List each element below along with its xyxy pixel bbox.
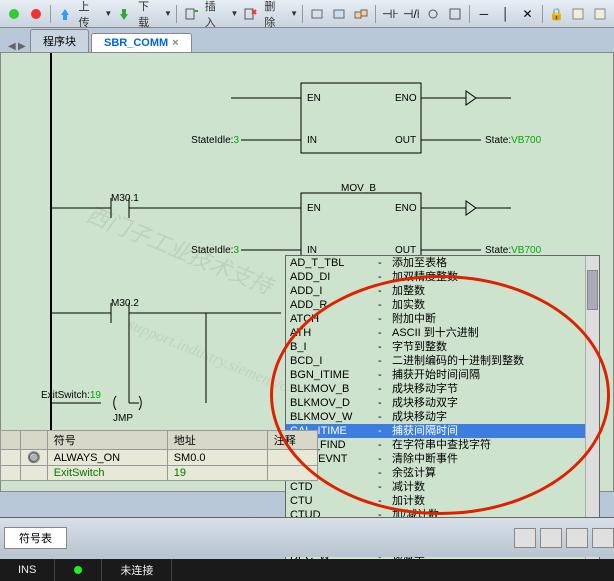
block-icon[interactable] <box>445 4 465 24</box>
instruction-item[interactable]: CTD-减计数 <box>286 480 599 494</box>
tool-b[interactable] <box>590 4 610 24</box>
bottom-panel: 符号表 <box>0 517 614 557</box>
table-row: 🔘 ALWAYS_ON SM0.0 <box>1 450 318 466</box>
wire-x-icon[interactable]: ✕ <box>518 4 538 24</box>
insert-icon[interactable] <box>181 4 201 24</box>
symbol-table-area: 符号 地址 注释 🔘 ALWAYS_ON SM0.0 ExitSwitch 19 <box>0 430 614 481</box>
svg-text:JMP: JMP <box>113 413 133 424</box>
instruction-item[interactable]: CTU-加计数 <box>286 494 599 508</box>
close-icon[interactable]: × <box>172 37 178 49</box>
svg-text:StateIdle:3: StateIdle:3 <box>191 135 239 146</box>
upload-icon[interactable] <box>55 4 75 24</box>
instruction-item[interactable]: ADD_I-加整数 <box>286 284 599 298</box>
svg-text:ExitSwitch:19: ExitSwitch:19 <box>41 390 101 401</box>
download-label[interactable]: 下载 <box>136 0 162 30</box>
download-icon[interactable] <box>114 4 134 24</box>
instruction-item[interactable]: ADD_R-加实数 <box>286 298 599 312</box>
wire-h-icon[interactable]: ─ <box>474 4 494 24</box>
instruction-item[interactable]: BLKMOV_W-成块移动字 <box>286 410 599 424</box>
instruction-item[interactable]: BLKMOV_B-成块移动字节 <box>286 382 599 396</box>
svg-text:ENO: ENO <box>395 203 417 214</box>
instruction-item[interactable]: ATH-ASCII 到十六进制 <box>286 326 599 340</box>
status-connection: 未连接 <box>102 559 172 581</box>
status-led <box>55 559 102 581</box>
svg-text:⊣/⊢: ⊣/⊢ <box>403 7 419 21</box>
symbol-table[interactable]: 符号 地址 注释 🔘 ALWAYS_ON SM0.0 ExitSwitch 19 <box>0 430 318 481</box>
panel-btn-1[interactable] <box>514 528 536 548</box>
editor-tabs: 程序块 SBR_COMM× <box>0 28 614 52</box>
svg-text:MOV_B: MOV_B <box>341 183 376 194</box>
svg-text:State:VB700: State:VB700 <box>485 135 542 146</box>
delete-drop[interactable]: ▼ <box>290 9 298 18</box>
svg-text:M30.2: M30.2 <box>111 298 139 309</box>
svg-text:EN: EN <box>307 93 321 104</box>
instruction-item[interactable]: AD_T_TBL-添加至表格 <box>286 256 599 270</box>
svg-text:StateIdle:3: StateIdle:3 <box>191 245 239 256</box>
tool-1[interactable] <box>307 4 327 24</box>
svg-text:OUT: OUT <box>395 135 416 146</box>
upload-label[interactable]: 上传 <box>77 0 103 30</box>
tab-symbol-table[interactable]: 符号表 <box>4 527 67 549</box>
panel-btn-3[interactable] <box>566 528 588 548</box>
contact-nc-icon[interactable]: ⊣/⊢ <box>401 4 421 24</box>
tool-3[interactable] <box>351 4 371 24</box>
lock-icon[interactable]: 🔒 <box>547 4 567 24</box>
instruction-item[interactable]: BLKMOV_D-成块移动双字 <box>286 396 599 410</box>
svg-text:ENO: ENO <box>395 93 417 104</box>
wire-v-icon[interactable]: │ <box>496 4 516 24</box>
contact-no-icon[interactable]: ⊣⊢ <box>380 4 400 24</box>
insert-label[interactable]: 插入 <box>203 0 229 30</box>
status-ins: INS <box>0 559 55 581</box>
svg-text:⊣⊢: ⊣⊢ <box>382 7 398 21</box>
status-bar: INS 未连接 <box>0 559 614 581</box>
instruction-item[interactable]: BCD_I-二进制编码的十进制到整数 <box>286 354 599 368</box>
tool-a[interactable] <box>568 4 588 24</box>
table-row: ExitSwitch 19 <box>1 466 318 481</box>
svg-text:EN: EN <box>307 203 321 214</box>
download-drop[interactable]: ▼ <box>164 9 172 18</box>
instruction-item[interactable]: B_I-字节到整数 <box>286 340 599 354</box>
instruction-item[interactable]: ATCH-附加中断 <box>286 312 599 326</box>
col-addr[interactable]: 地址 <box>167 431 267 450</box>
btn-green[interactable] <box>4 4 24 24</box>
tab-sbr-comm[interactable]: SBR_COMM× <box>91 33 192 52</box>
delete-icon[interactable] <box>240 4 260 24</box>
tab-program-block[interactable]: 程序块 <box>30 29 89 52</box>
instruction-item[interactable]: BGN_ITIME-捕获开始时间间隔 <box>286 368 599 382</box>
upload-drop[interactable]: ▼ <box>104 9 112 18</box>
instruction-item[interactable]: ADD_DI-加双精度整数 <box>286 270 599 284</box>
svg-text:IN: IN <box>307 135 317 146</box>
btn-red[interactable] <box>26 4 46 24</box>
svg-text:M30.1: M30.1 <box>111 193 139 204</box>
scrollbar-thumb[interactable] <box>587 270 598 310</box>
panel-btn-4[interactable] <box>592 528 614 548</box>
main-toolbar: 上传▼ 下载▼ 插入▼ 删除▼ ⊣⊢ ⊣/⊢ ─ │ ✕ 🔒 <box>0 0 614 28</box>
coil-icon[interactable] <box>423 4 443 24</box>
delete-label[interactable]: 删除 <box>262 0 288 30</box>
panel-btn-2[interactable] <box>540 528 562 548</box>
insert-drop[interactable]: ▼ <box>231 9 239 18</box>
col-comment[interactable]: 注释 <box>267 431 317 450</box>
col-symbol[interactable]: 符号 <box>47 431 167 450</box>
tool-2[interactable] <box>329 4 349 24</box>
